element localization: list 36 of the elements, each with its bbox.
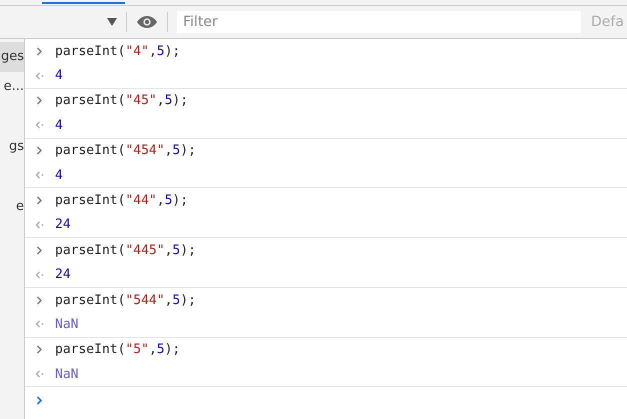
result-text: 4 [55,118,63,133]
input-chevron-icon [35,146,44,156]
sidebar-item[interactable]: gs [0,132,24,162]
command-text: parseInt("445",5); [55,242,196,258]
result-arrow-icon [35,370,44,378]
eye-icon[interactable] [137,16,157,28]
input-chevron-icon [35,296,44,305]
sidebar-item[interactable]: e [0,192,24,222]
command-text: parseInt("5",5); [55,342,180,358]
input-chevron-icon [35,96,44,106]
sidebar-item[interactable]: ges [0,42,24,72]
input-chevron-icon [35,345,44,354]
result-arrow-icon [35,320,44,328]
result-arrow-icon [35,270,44,279]
result-text: NaN [55,316,78,332]
result-arrow-icon [35,220,44,229]
result-text: NaN [55,366,78,382]
command-text: parseInt("544",5); [55,292,196,308]
prompt-chevron-icon[interactable] [35,396,44,405]
input-chevron-icon [35,46,44,56]
result-arrow-icon [35,171,44,180]
result-arrow-icon [35,121,44,130]
result-text: 4 [55,68,63,84]
command-text: parseInt("4",5); [55,44,180,59]
result-text: 4 [55,168,63,183]
dropdown-caret-icon[interactable] [107,18,117,26]
filter-field[interactable]: Filter [177,11,581,33]
result-text: 24 [55,267,71,282]
command-text: parseInt("454",5); [55,143,196,158]
command-text: parseInt("44",5); [55,193,188,208]
input-chevron-icon [35,246,44,255]
result-text: 24 [55,217,71,232]
command-text: parseInt("45",5); [55,93,188,108]
result-arrow-icon [35,72,44,80]
sidebar-item[interactable]: e... [0,72,24,102]
input-chevron-icon [35,196,44,206]
